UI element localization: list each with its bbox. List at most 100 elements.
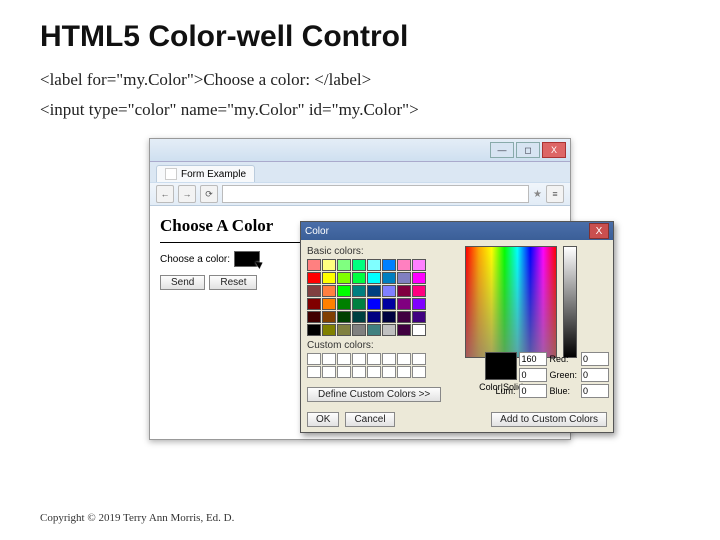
basic-color-cell[interactable] xyxy=(412,285,426,297)
basic-color-cell[interactable] xyxy=(337,259,351,271)
custom-colors-grid[interactable] xyxy=(307,353,457,378)
basic-color-cell[interactable] xyxy=(412,259,426,271)
basic-color-cell[interactable] xyxy=(397,324,411,336)
custom-color-cell[interactable] xyxy=(307,353,321,365)
basic-color-cell[interactable] xyxy=(337,285,351,297)
basic-color-cell[interactable] xyxy=(322,311,336,323)
basic-color-cell[interactable] xyxy=(322,259,336,271)
custom-color-cell[interactable] xyxy=(412,366,426,378)
basic-color-cell[interactable] xyxy=(397,298,411,310)
basic-color-cell[interactable] xyxy=(322,298,336,310)
send-button[interactable]: Send xyxy=(160,275,205,290)
basic-color-cell[interactable] xyxy=(382,298,396,310)
custom-color-cell[interactable] xyxy=(397,366,411,378)
basic-color-cell[interactable] xyxy=(307,324,321,336)
basic-color-cell[interactable] xyxy=(367,324,381,336)
basic-color-cell[interactable] xyxy=(367,311,381,323)
bookmark-star-icon[interactable]: ★ xyxy=(533,189,542,200)
minimize-button[interactable]: — xyxy=(490,142,514,158)
custom-color-cell[interactable] xyxy=(382,366,396,378)
basic-color-cell[interactable] xyxy=(322,285,336,297)
browser-screenshot: — ◻ X Form Example ← → ⟳ ★ ≡ Choose A Co… xyxy=(149,138,571,440)
page-favicon-icon xyxy=(165,168,177,180)
custom-color-cell[interactable] xyxy=(367,353,381,365)
basic-color-cell[interactable] xyxy=(412,298,426,310)
add-to-custom-button[interactable]: Add to Custom Colors xyxy=(491,412,607,427)
basic-color-cell[interactable] xyxy=(397,285,411,297)
color-gradient[interactable] xyxy=(465,246,557,358)
basic-color-cell[interactable] xyxy=(307,298,321,310)
custom-color-cell[interactable] xyxy=(382,353,396,365)
basic-color-cell[interactable] xyxy=(382,285,396,297)
back-button[interactable]: ← xyxy=(156,185,174,203)
basic-color-cell[interactable] xyxy=(307,311,321,323)
basic-color-cell[interactable] xyxy=(397,272,411,284)
luminance-bar[interactable] xyxy=(563,246,577,358)
basic-color-cell[interactable] xyxy=(397,259,411,271)
basic-color-cell[interactable] xyxy=(307,272,321,284)
basic-color-cell[interactable] xyxy=(352,311,366,323)
menu-button[interactable]: ≡ xyxy=(546,185,564,203)
basic-color-cell[interactable] xyxy=(382,259,396,271)
basic-color-cell[interactable] xyxy=(352,298,366,310)
basic-color-cell[interactable] xyxy=(352,259,366,271)
basic-color-cell[interactable] xyxy=(352,324,366,336)
window-titlebar: — ◻ X xyxy=(150,139,570,162)
dialog-close-button[interactable]: X xyxy=(589,223,609,239)
basic-color-cell[interactable] xyxy=(382,311,396,323)
basic-color-cell[interactable] xyxy=(322,272,336,284)
custom-color-cell[interactable] xyxy=(337,366,351,378)
basic-colors-grid[interactable] xyxy=(307,259,457,336)
slide-title: HTML5 Color-well Control xyxy=(40,20,680,54)
basic-color-cell[interactable] xyxy=(367,298,381,310)
red-label: Red: xyxy=(549,354,577,364)
dialog-titlebar: Color X xyxy=(301,222,613,240)
basic-color-cell[interactable] xyxy=(382,324,396,336)
basic-color-cell[interactable] xyxy=(322,324,336,336)
maximize-button[interactable]: ◻ xyxy=(516,142,540,158)
blue-input[interactable] xyxy=(581,384,609,398)
browser-tab[interactable]: Form Example xyxy=(156,165,255,182)
basic-color-cell[interactable] xyxy=(412,324,426,336)
basic-color-cell[interactable] xyxy=(412,272,426,284)
custom-color-cell[interactable] xyxy=(337,353,351,365)
basic-color-cell[interactable] xyxy=(367,285,381,297)
custom-color-cell[interactable] xyxy=(352,353,366,365)
green-input[interactable] xyxy=(581,368,609,382)
close-button[interactable]: X xyxy=(542,142,566,158)
sat-label: Sat: xyxy=(495,370,515,380)
basic-color-cell[interactable] xyxy=(367,272,381,284)
forward-button[interactable]: → xyxy=(178,185,196,203)
custom-color-cell[interactable] xyxy=(322,366,336,378)
address-bar[interactable] xyxy=(222,185,529,203)
custom-color-cell[interactable] xyxy=(397,353,411,365)
basic-color-cell[interactable] xyxy=(382,272,396,284)
reset-button[interactable]: Reset xyxy=(209,275,257,290)
basic-color-cell[interactable] xyxy=(337,311,351,323)
basic-color-cell[interactable] xyxy=(352,272,366,284)
basic-color-cell[interactable] xyxy=(337,298,351,310)
hue-input[interactable] xyxy=(519,352,547,366)
basic-color-cell[interactable] xyxy=(412,311,426,323)
reload-button[interactable]: ⟳ xyxy=(200,185,218,203)
basic-color-cell[interactable] xyxy=(337,272,351,284)
basic-color-cell[interactable] xyxy=(397,311,411,323)
red-input[interactable] xyxy=(581,352,609,366)
ok-button[interactable]: OK xyxy=(307,412,339,427)
define-custom-colors-button[interactable]: Define Custom Colors >> xyxy=(307,387,441,402)
basic-color-cell[interactable] xyxy=(337,324,351,336)
custom-color-cell[interactable] xyxy=(307,366,321,378)
basic-color-cell[interactable] xyxy=(352,285,366,297)
custom-color-cell[interactable] xyxy=(367,366,381,378)
sat-input[interactable] xyxy=(519,368,547,382)
cancel-button[interactable]: Cancel xyxy=(345,412,394,427)
color-well[interactable] xyxy=(234,251,260,267)
custom-color-cell[interactable] xyxy=(412,353,426,365)
basic-color-cell[interactable] xyxy=(307,285,321,297)
custom-color-cell[interactable] xyxy=(352,366,366,378)
color-label: Choose a color: xyxy=(160,254,230,265)
basic-color-cell[interactable] xyxy=(307,259,321,271)
basic-color-cell[interactable] xyxy=(367,259,381,271)
custom-color-cell[interactable] xyxy=(322,353,336,365)
lum-input[interactable] xyxy=(519,384,547,398)
